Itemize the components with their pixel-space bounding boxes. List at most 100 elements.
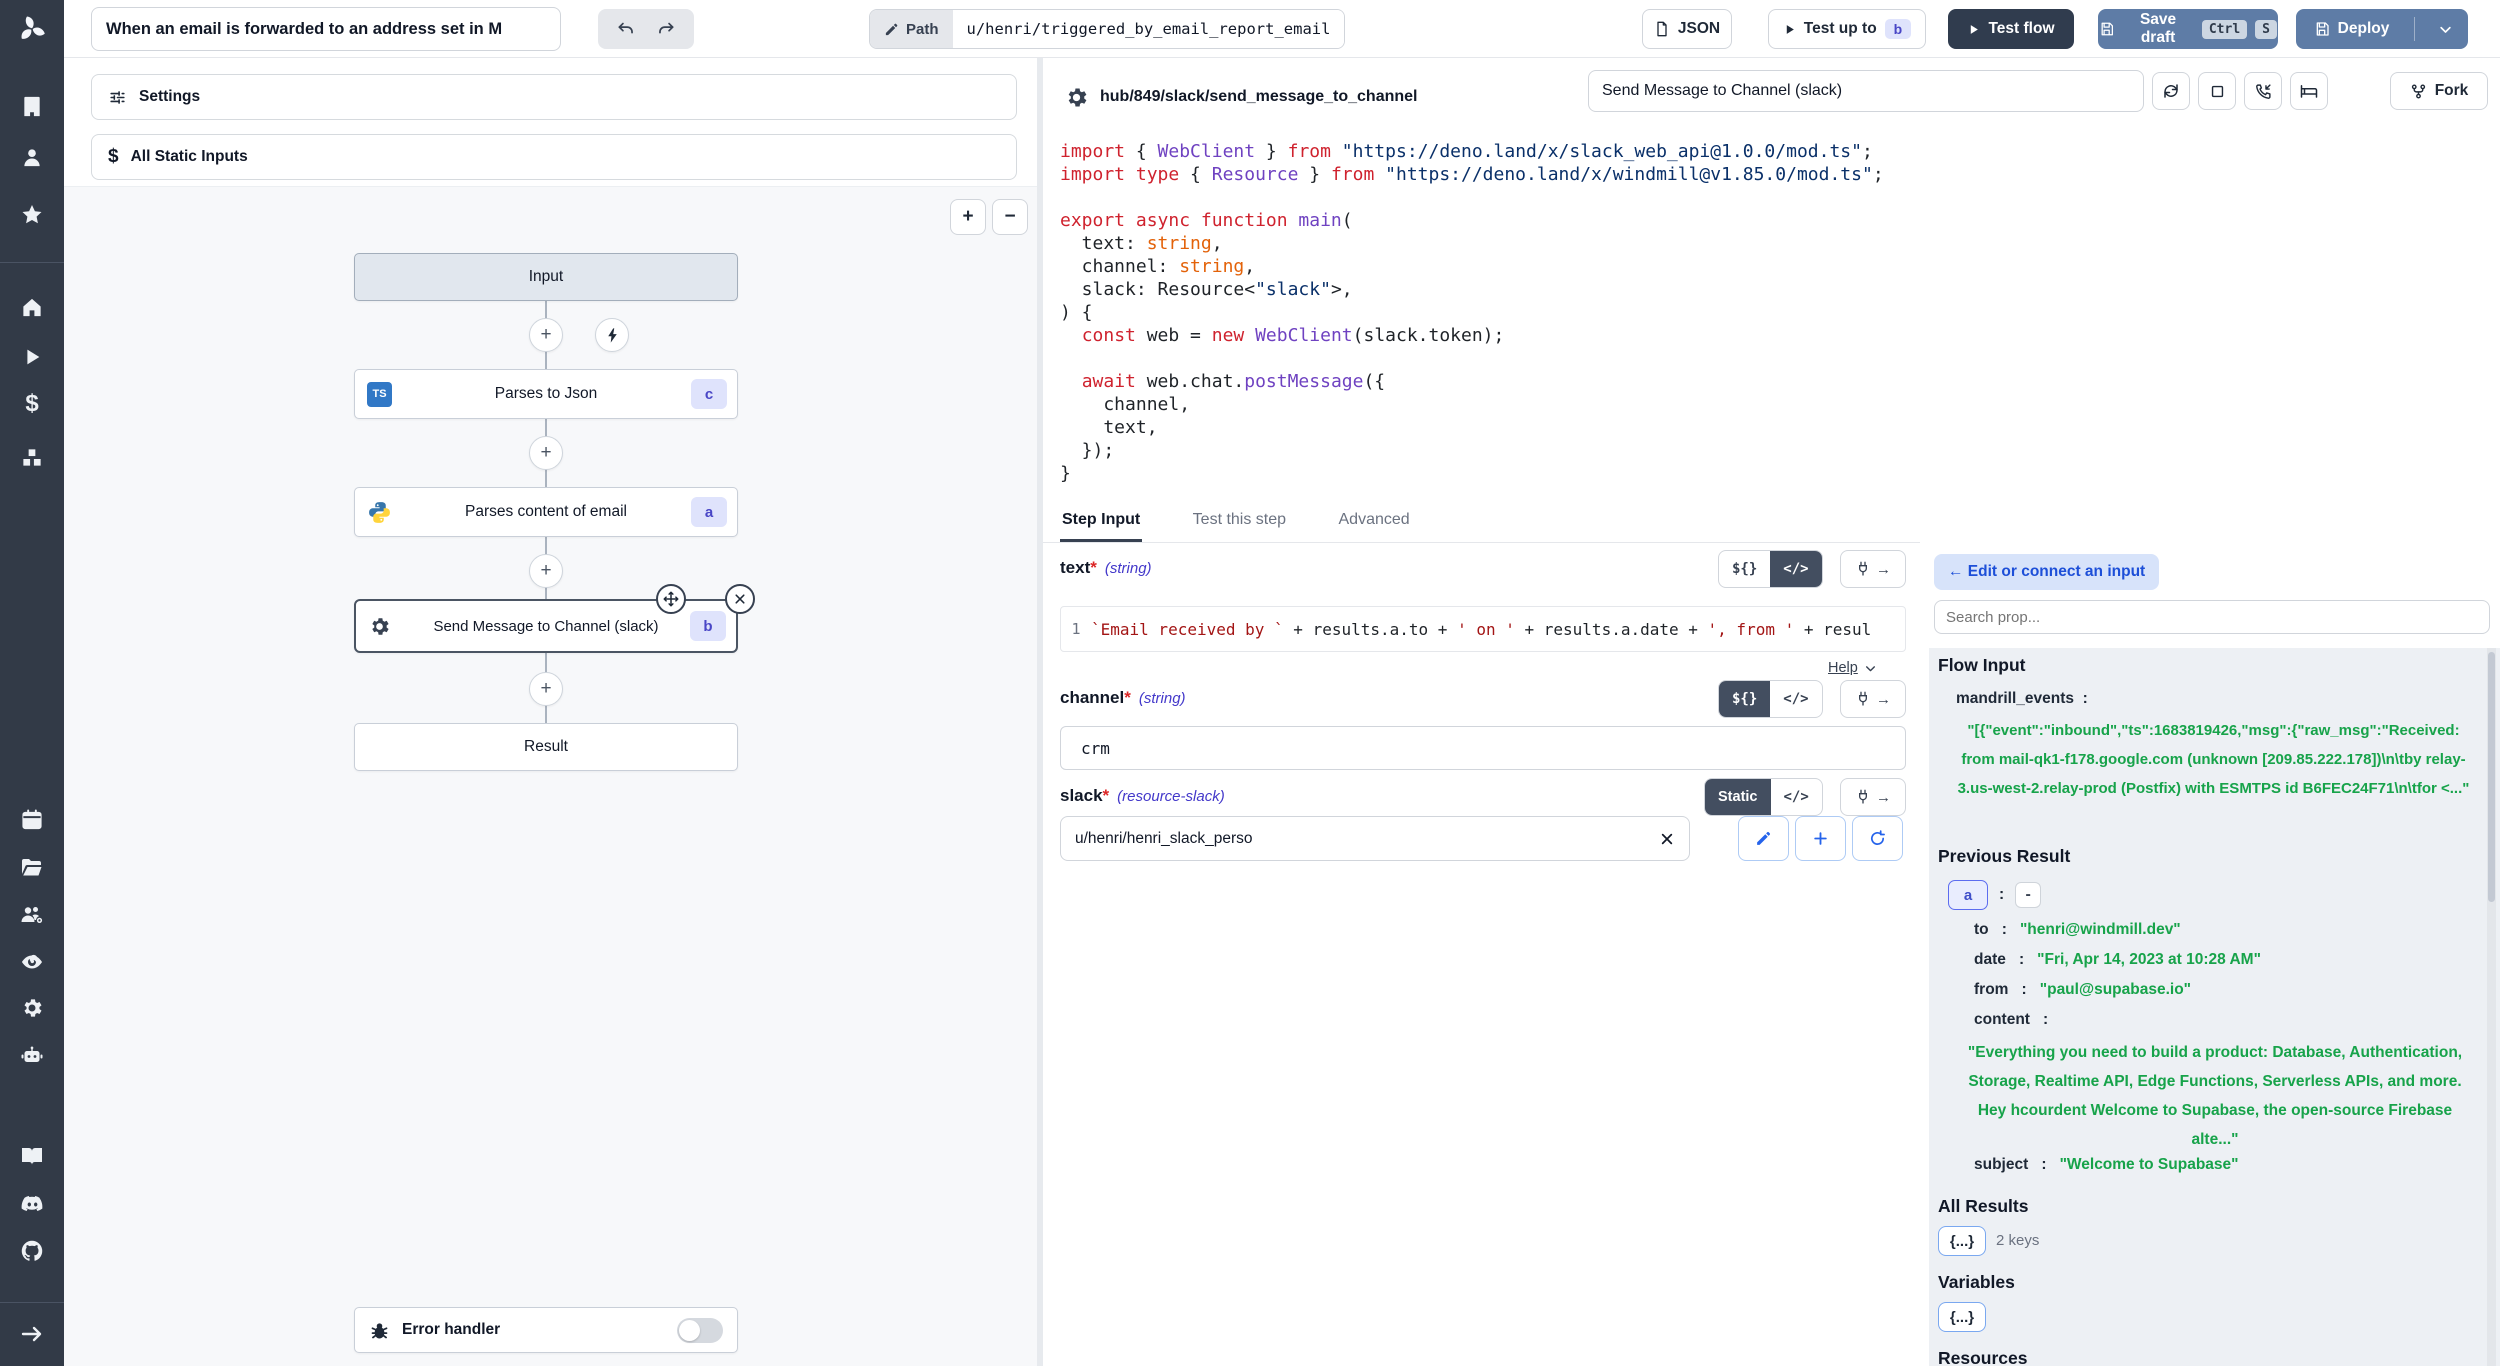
insert-step-button[interactable]: + — [529, 672, 563, 706]
mandrill-events-key[interactable]: mandrill_events : — [1956, 690, 2088, 708]
edit-resource-button[interactable] — [1738, 816, 1789, 861]
flow-node-a[interactable]: Parses content of email a — [354, 487, 738, 537]
hub-path[interactable]: hub/849/slack/send_message_to_channel — [1100, 88, 1417, 106]
deploy-button[interactable]: Deploy — [2297, 20, 2406, 38]
help-link[interactable]: Help — [1828, 660, 1877, 676]
save-draft-button[interactable]: Save draft Ctrl S — [2098, 9, 2278, 49]
field-label-slack: slack*(resource-slack) — [1060, 786, 1225, 806]
trigger-bolt-button[interactable] — [595, 318, 629, 352]
input-mode-toggle-slack: Static </> — [1704, 778, 1823, 816]
error-handler-label: Error handler — [402, 1321, 500, 1339]
kv-value[interactable]: "Fri, Apr 14, 2023 at 10:28 AM" — [2037, 951, 2261, 968]
workspace-building-icon[interactable] — [21, 95, 44, 118]
error-handler-card[interactable]: Error handler — [354, 1307, 738, 1353]
text-expression-editor[interactable]: 1 `Email received by ` + results.a.to + … — [1060, 606, 1906, 652]
scrollbar-thumb[interactable] — [2488, 652, 2495, 902]
folders-icon[interactable] — [20, 856, 44, 880]
result-a-badge[interactable]: a — [1948, 880, 1988, 910]
deploy-dropdown-button[interactable] — [2423, 22, 2467, 37]
edit-connect-input-button[interactable]: ← Edit or connect an input — [1934, 554, 2159, 590]
flow-node-c[interactable]: TS Parses to Json c — [354, 369, 738, 419]
javascript-toggle[interactable]: </> — [1770, 681, 1821, 717]
path-button[interactable]: Path — [870, 10, 953, 48]
groups-icon[interactable] — [20, 903, 44, 927]
code-editor[interactable]: import { WebClient } from "https://deno.… — [1060, 140, 1884, 485]
insert-step-button[interactable]: + — [529, 436, 563, 470]
toggle-knob — [679, 1320, 700, 1341]
node-label: Parses content of email — [465, 503, 627, 521]
keys-count: 2 keys — [1996, 1232, 2039, 1249]
sleep-button[interactable] — [2290, 72, 2328, 110]
github-icon[interactable] — [20, 1239, 44, 1263]
flow-title-input[interactable] — [91, 7, 561, 51]
kv-value[interactable]: "henri@windmill.dev" — [2020, 921, 2181, 938]
discord-icon[interactable] — [20, 1192, 44, 1216]
mandrill-events-value[interactable]: "[{"event":"inbound","ts":1683819426,"ms… — [1950, 716, 2477, 803]
undo-icon[interactable] — [617, 20, 636, 39]
variables-object-badge[interactable]: {...} — [1938, 1302, 1986, 1332]
connect-input-button[interactable]: → — [1840, 550, 1906, 588]
zoom-out-button[interactable]: − — [992, 199, 1028, 235]
kv-value[interactable]: "Welcome to Supabase" — [2060, 1156, 2239, 1173]
javascript-toggle[interactable]: </> — [1770, 551, 1821, 587]
all-static-inputs-card[interactable]: $ All Static Inputs — [91, 134, 1017, 180]
code-line: channel, — [1060, 393, 1884, 416]
suspend-button[interactable] — [2244, 72, 2282, 110]
user-icon[interactable] — [21, 146, 44, 169]
favorites-star-icon[interactable] — [20, 203, 44, 227]
runs-play-icon[interactable] — [21, 346, 43, 368]
refresh-resource-button[interactable] — [1852, 816, 1903, 861]
docs-book-icon[interactable] — [20, 1144, 44, 1168]
workers-robot-icon[interactable] — [20, 1044, 44, 1068]
tab-test-this-step[interactable]: Test this step — [1191, 505, 1288, 539]
static-template-toggle[interactable]: ${} — [1719, 551, 1770, 587]
static-template-toggle[interactable]: ${} — [1719, 681, 1770, 717]
fork-button[interactable]: Fork — [2390, 72, 2488, 110]
insert-step-button[interactable]: + — [529, 554, 563, 588]
schedules-calendar-icon[interactable] — [21, 808, 44, 831]
resources-boxes-icon[interactable] — [21, 446, 44, 469]
home-icon[interactable] — [21, 296, 44, 319]
tab-step-input[interactable]: Step Input — [1060, 505, 1142, 542]
add-resource-button[interactable] — [1795, 816, 1846, 861]
test-up-to-button[interactable]: Test up to b — [1768, 9, 1926, 49]
kv-value[interactable]: "paul@supabase.io" — [2040, 981, 2191, 998]
early-stop-button[interactable] — [2198, 72, 2236, 110]
flow-node-result[interactable]: Result — [354, 723, 738, 771]
insert-step-button[interactable]: + — [529, 318, 563, 352]
path-value[interactable]: u/henri/triggered_by_email_report_email — [953, 10, 1345, 48]
search-prop-input[interactable] — [1934, 600, 2490, 634]
node-move-handle[interactable] — [656, 584, 686, 614]
audit-eye-icon[interactable] — [20, 950, 44, 974]
settings-gear-icon[interactable] — [20, 996, 44, 1020]
resource-value: u/henri/henri_slack_perso — [1075, 830, 1253, 848]
step-name-input[interactable] — [1588, 70, 2144, 112]
expand-sidebar-arrow-icon[interactable] — [20, 1322, 44, 1346]
tab-advanced[interactable]: Advanced — [1337, 505, 1412, 539]
redo-icon[interactable] — [656, 20, 675, 39]
connect-input-button[interactable]: → — [1840, 778, 1906, 816]
collapse-button[interactable]: - — [2015, 882, 2041, 908]
javascript-toggle[interactable]: </> — [1771, 779, 1822, 815]
clear-resource-icon[interactable] — [1659, 831, 1675, 847]
zoom-in-button[interactable]: + — [950, 199, 986, 235]
variables-dollar-icon[interactable]: $ — [25, 390, 38, 418]
retry-button[interactable] — [2152, 72, 2190, 110]
node-delete-button[interactable] — [725, 584, 755, 614]
windmill-logo-icon[interactable] — [17, 14, 47, 44]
python-icon — [367, 500, 392, 525]
json-button[interactable]: JSON — [1642, 9, 1732, 49]
test-flow-button[interactable]: Test flow — [1948, 9, 2074, 49]
connect-input-button[interactable]: → — [1840, 680, 1906, 718]
node-id-badge: b — [690, 611, 726, 641]
static-toggle[interactable]: Static — [1705, 779, 1771, 815]
flow-settings-card[interactable]: Settings — [91, 74, 1017, 120]
typescript-icon: TS — [367, 382, 392, 407]
channel-input[interactable] — [1060, 726, 1906, 770]
error-handler-toggle[interactable] — [677, 1318, 723, 1343]
resource-input[interactable]: u/henri/henri_slack_perso — [1060, 816, 1690, 861]
content-value[interactable]: "Everything you need to build a product:… — [1956, 1038, 2474, 1154]
all-results-object-badge[interactable]: {...} — [1938, 1226, 1986, 1256]
flow-node-input[interactable]: Input — [354, 253, 738, 301]
file-json-icon — [1654, 21, 1670, 37]
